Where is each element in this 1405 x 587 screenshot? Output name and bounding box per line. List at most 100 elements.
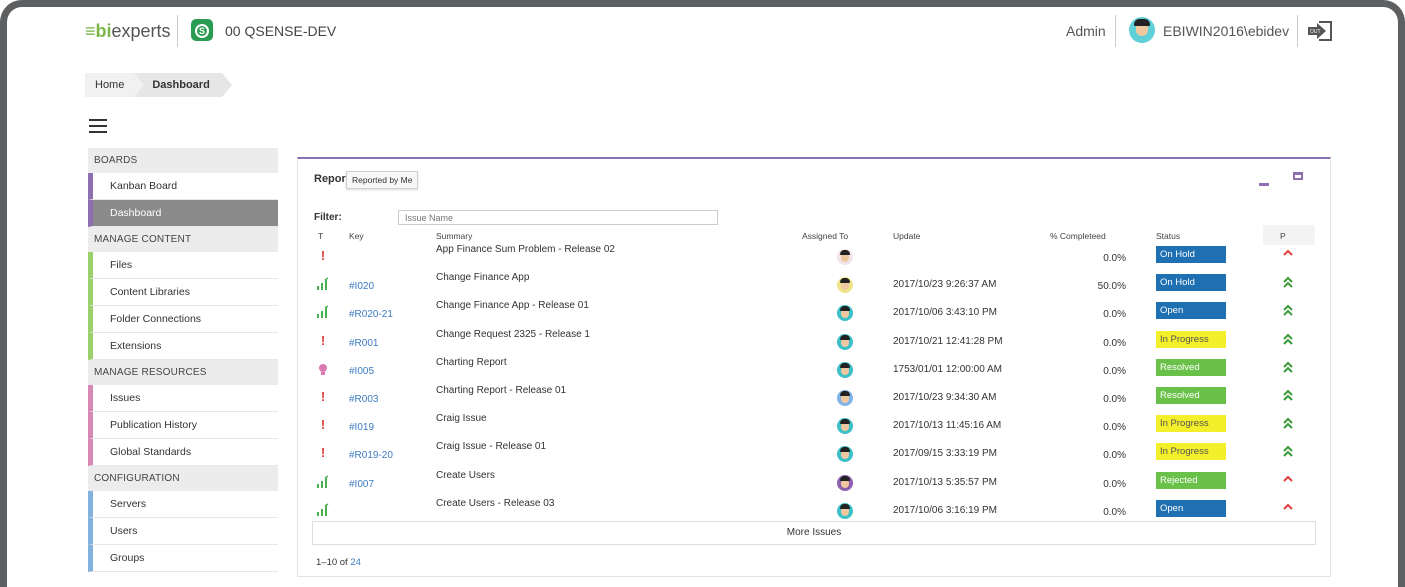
update-timestamp: 2017/09/15 3:33:19 PM bbox=[893, 448, 997, 460]
table-row[interactable]: #I005 Charting Report 1753/01/01 12:00:0… bbox=[312, 356, 1316, 384]
issue-summary[interactable]: Charting Report bbox=[436, 357, 507, 368]
table-row[interactable]: ! #R003 Charting Report - Release 01 201… bbox=[312, 384, 1316, 412]
maximize-icon[interactable] bbox=[1293, 172, 1303, 180]
issue-key-link[interactable]: #R003 bbox=[349, 394, 378, 405]
assignee-avatar bbox=[837, 361, 853, 378]
logo-prefix: bi bbox=[95, 21, 112, 41]
improvement-icon bbox=[317, 277, 329, 291]
table-row[interactable]: #R020-21 Change Finance App - Release 01… bbox=[312, 299, 1316, 327]
sidebar-item-users[interactable]: Users bbox=[88, 518, 278, 545]
priority-arrow-icon bbox=[1282, 389, 1294, 403]
issue-key-link[interactable]: #I020 bbox=[349, 281, 374, 292]
sidebar-item-issues[interactable]: Issues bbox=[88, 385, 278, 412]
breadcrumb-home[interactable]: Home bbox=[85, 73, 145, 97]
bug-icon: ! bbox=[320, 445, 326, 461]
percent-completed: 0.0% bbox=[1103, 337, 1126, 349]
app-window: ≡biexperts S 00 QSENSE-DEV Admin EBIWIN2… bbox=[0, 0, 1405, 587]
status-badge: On Hold bbox=[1156, 246, 1226, 263]
bug-icon: ! bbox=[320, 332, 326, 348]
assignee-avatar bbox=[837, 390, 853, 406]
percent-completed: 0.0% bbox=[1103, 422, 1126, 434]
table-row[interactable]: #I007 Create Users 2017/10/13 5:35:57 PM… bbox=[312, 469, 1316, 497]
sidebar-item-content-libraries[interactable]: Content Libraries bbox=[88, 279, 278, 306]
menu-icon[interactable] bbox=[89, 119, 107, 133]
idea-bulb-icon bbox=[319, 363, 327, 375]
header-divider bbox=[1115, 15, 1116, 47]
issue-key-link[interactable]: #I019 bbox=[349, 422, 374, 433]
assignee-avatar bbox=[837, 305, 853, 322]
issue-summary[interactable]: Charting Report - Release 01 bbox=[436, 385, 566, 396]
issue-summary[interactable]: App Finance Sum Problem - Release 02 bbox=[436, 244, 615, 255]
more-issues-button[interactable]: More Issues bbox=[312, 521, 1316, 545]
issue-key-link[interactable]: #I005 bbox=[349, 366, 374, 377]
issue-key-link[interactable]: #R019-20 bbox=[349, 450, 393, 461]
column-header-status[interactable]: Status bbox=[1156, 231, 1180, 241]
issue-summary[interactable]: Change Finance App bbox=[436, 272, 529, 283]
sidebar-item-servers[interactable]: Servers bbox=[88, 491, 278, 518]
column-header-update[interactable]: Update bbox=[893, 231, 920, 241]
status-badge: On Hold bbox=[1156, 274, 1226, 292]
sidebar-item-folder-connections[interactable]: Folder Connections bbox=[88, 306, 278, 333]
sidebar-item-global-standards[interactable]: Global Standards bbox=[88, 439, 278, 466]
column-header-key[interactable]: Key bbox=[349, 231, 364, 241]
table-row[interactable]: #I020 Change Finance App 2017/10/23 9:26… bbox=[312, 271, 1316, 299]
status-badge: Rejected bbox=[1156, 471, 1226, 489]
sidebar-item-extensions[interactable]: Extensions bbox=[88, 333, 278, 360]
minimize-icon[interactable] bbox=[1259, 183, 1269, 186]
sidebar-item-files[interactable]: Files bbox=[88, 252, 278, 279]
priority-arrow-icon bbox=[1282, 304, 1294, 318]
issue-summary[interactable]: Craig Issue - Release 01 bbox=[436, 441, 546, 452]
logout-icon[interactable]: OUT bbox=[1305, 19, 1335, 43]
column-header-priority[interactable]: P bbox=[1280, 231, 1286, 241]
logo-bars-icon: ≡ bbox=[85, 21, 96, 41]
sidebar-section-header: CONFIGURATION bbox=[88, 466, 278, 491]
username[interactable]: EBIWIN2016\ebidev bbox=[1163, 23, 1289, 39]
issue-summary[interactable]: Craig Issue bbox=[436, 413, 487, 424]
issue-summary[interactable]: Create Users bbox=[436, 470, 495, 481]
sidebar-item-publication-history[interactable]: Publication History bbox=[88, 412, 278, 439]
update-timestamp: 2017/10/06 3:16:19 PM bbox=[893, 504, 997, 516]
issue-name-filter-input[interactable] bbox=[398, 210, 718, 225]
percent-completed: 0.0% bbox=[1103, 450, 1126, 462]
table-row[interactable]: ! #R019-20 Craig Issue - Release 01 2017… bbox=[312, 440, 1316, 468]
app-name[interactable]: 00 QSENSE-DEV bbox=[225, 23, 336, 39]
column-header-completed[interactable]: % Completeed bbox=[1050, 231, 1106, 241]
table-row[interactable]: ! #I019 Craig Issue 2017/10/13 11:45:16 … bbox=[312, 412, 1316, 440]
svg-text:OUT: OUT bbox=[1310, 29, 1321, 35]
sidebar-item-dashboard[interactable]: Dashboard bbox=[88, 200, 278, 227]
qlik-sense-icon[interactable]: S bbox=[191, 19, 213, 41]
user-avatar[interactable] bbox=[1129, 17, 1155, 43]
assignee-avatar bbox=[837, 474, 853, 491]
breadcrumb-dashboard: Dashboard bbox=[134, 73, 233, 97]
priority-column-header-bg bbox=[1263, 225, 1315, 245]
pager-total-link[interactable]: 24 bbox=[350, 557, 361, 568]
column-header-type[interactable]: T bbox=[318, 231, 323, 241]
table-row[interactable]: ! App Finance Sum Problem - Release 02 0… bbox=[312, 243, 1316, 271]
update-timestamp: 2017/10/23 9:26:37 AM bbox=[893, 279, 997, 291]
table-row[interactable]: ! #R001 Change Request 2325 - Release 1 … bbox=[312, 328, 1316, 356]
issue-key-link[interactable]: #I007 bbox=[349, 479, 374, 490]
improvement-icon bbox=[317, 503, 329, 516]
pager-range: 1–10 of bbox=[316, 557, 348, 568]
issue-key-link[interactable]: #R001 bbox=[349, 338, 378, 349]
improvement-icon bbox=[317, 305, 329, 319]
bug-icon: ! bbox=[320, 248, 326, 263]
issue-key-link[interactable]: #R020-21 bbox=[349, 309, 393, 320]
column-header-assigned[interactable]: Assigned To bbox=[802, 231, 848, 241]
admin-link[interactable]: Admin bbox=[1066, 23, 1106, 39]
sidebar-item-groups[interactable]: Groups bbox=[88, 545, 278, 572]
priority-arrow-icon bbox=[1282, 417, 1294, 431]
issue-summary[interactable]: Create Users - Release 03 bbox=[436, 498, 554, 509]
priority-arrow-icon bbox=[1282, 502, 1294, 516]
issue-summary[interactable]: Change Request 2325 - Release 1 bbox=[436, 329, 590, 340]
assignee-avatar bbox=[837, 418, 853, 435]
biexperts-logo[interactable]: ≡biexperts bbox=[85, 21, 171, 42]
assignee-avatar bbox=[837, 333, 853, 350]
assignee-avatar bbox=[837, 446, 853, 463]
column-header-summary[interactable]: Summary bbox=[436, 231, 472, 241]
sidebar-item-kanban-board[interactable]: Kanban Board bbox=[88, 173, 278, 200]
header-divider bbox=[1297, 15, 1298, 47]
issue-summary[interactable]: Change Finance App - Release 01 bbox=[436, 300, 589, 311]
bug-icon: ! bbox=[320, 389, 326, 404]
percent-completed: 0.0% bbox=[1103, 394, 1126, 405]
